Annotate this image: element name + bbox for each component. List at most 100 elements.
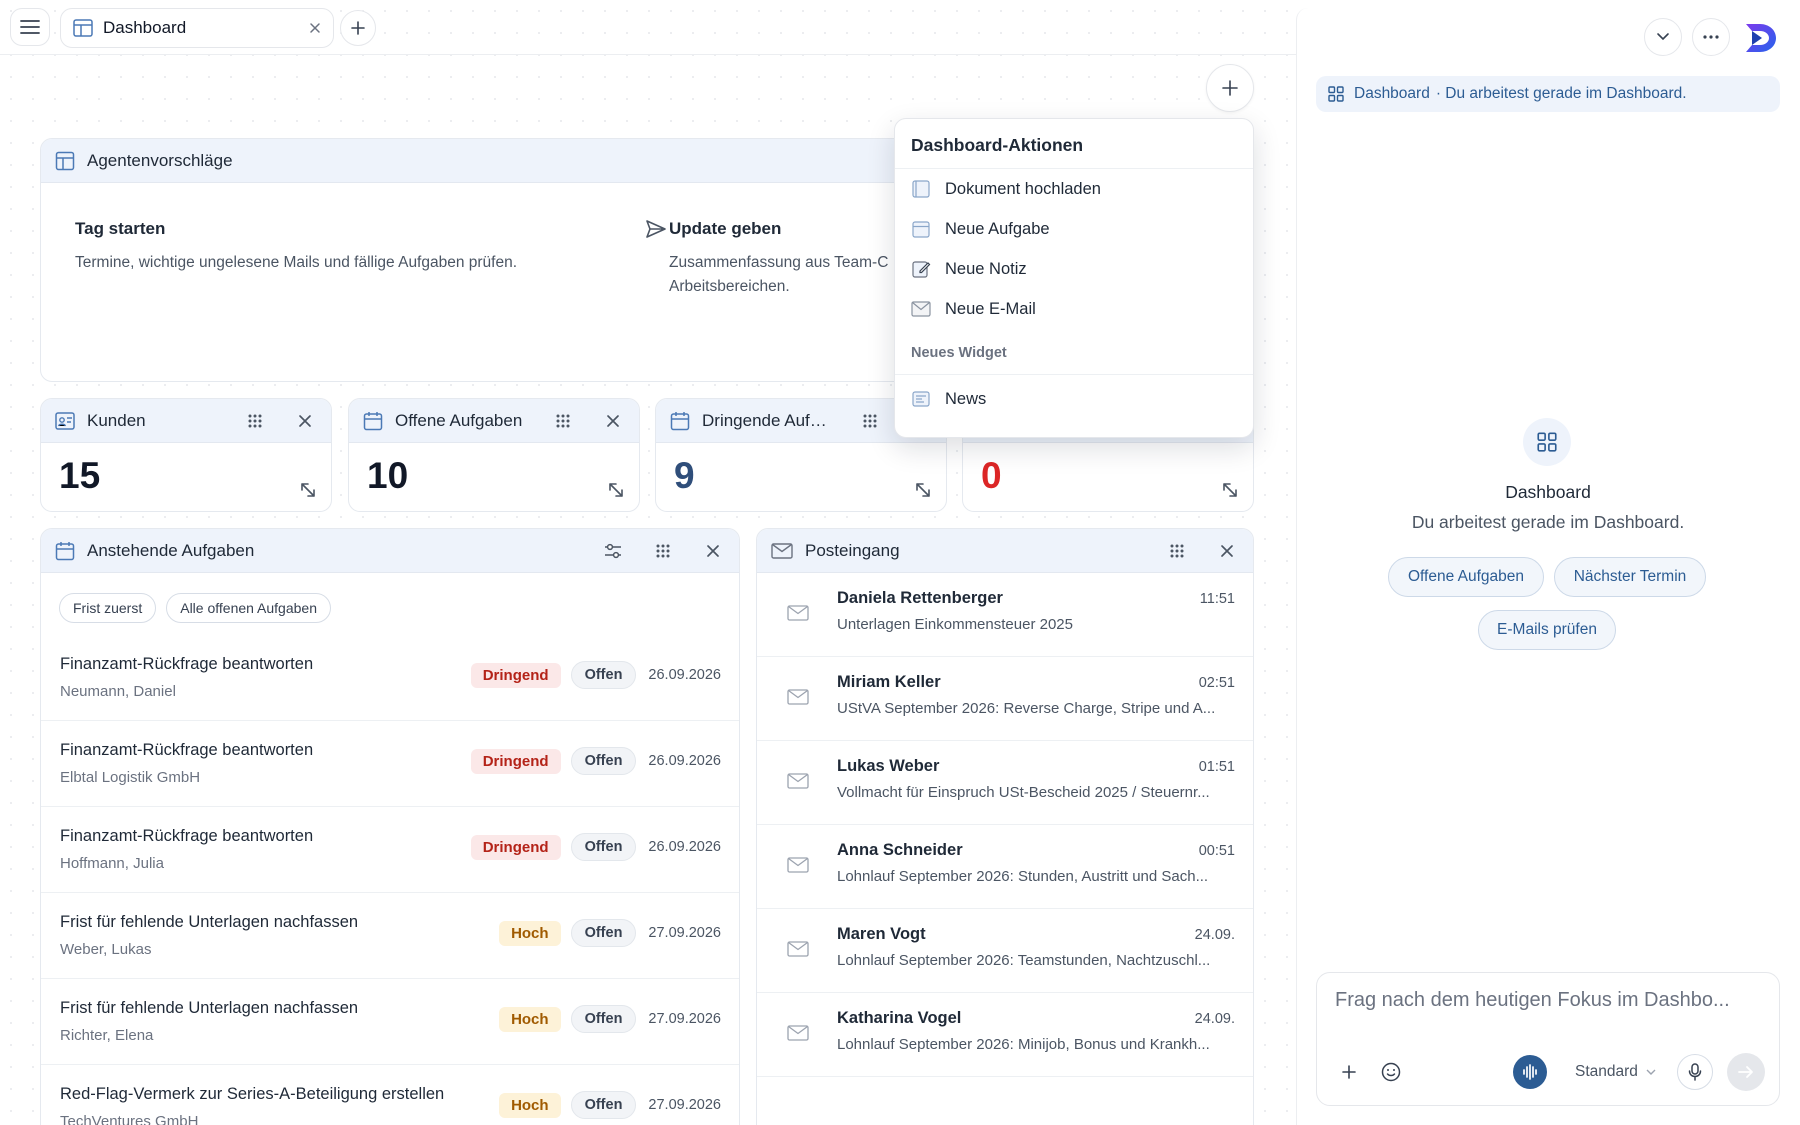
task-title: Finanzamt-Rückfrage beantworten — [60, 741, 314, 759]
menu-item-label: News — [945, 389, 987, 408]
status-badge: Offen — [570, 833, 637, 861]
task-meta: Dringend Offen 26.09.2026 — [470, 747, 721, 775]
suggestion-tag-starten[interactable]: Tag starten Termine, wichtige ungelesene… — [75, 219, 666, 275]
upcoming-tasks-card: Anstehende Aufgaben Frist zuerst Alle of… — [40, 528, 740, 1125]
drag-handle[interactable] — [651, 539, 675, 563]
mail-row[interactable]: Maren Vogt Lohnlauf September 2026: Team… — [757, 909, 1253, 993]
menu-item-label: Neue E-Mail — [945, 299, 1036, 318]
task-client: Weber, Lukas — [60, 941, 152, 958]
send-icon[interactable] — [645, 219, 667, 239]
menu-item-new-email[interactable]: Neue E-Mail — [895, 289, 1253, 329]
menu-item-new-note[interactable]: Neue Notiz — [895, 249, 1253, 289]
task-title: Finanzamt-Rückfrage beantworten — [60, 655, 314, 673]
drag-handle[interactable] — [243, 409, 267, 433]
pill-next-appointment[interactable]: Nächster Termin — [1554, 557, 1706, 597]
envelope-icon — [787, 941, 809, 957]
mail-time: 01:51 — [1198, 759, 1235, 775]
suggestion-desc: Termine, wichtige ungelesene Mails und f… — [75, 254, 518, 271]
chip-all-open-tasks[interactable]: Alle offenen Aufgaben — [166, 593, 331, 623]
task-row[interactable]: Finanzamt-Rückfrage beantworten Neumann,… — [41, 635, 739, 721]
pill-check-emails[interactable]: E-Mails prüfen — [1478, 610, 1616, 650]
send-button[interactable] — [1727, 1053, 1765, 1091]
task-row[interactable]: Frist für fehlende Unterlagen nachfassen… — [41, 979, 739, 1065]
task-meta: Dringend Offen 26.09.2026 — [470, 661, 721, 689]
mail-subject: Lohnlauf September 2026: Minijob, Bonus … — [837, 1036, 1210, 1053]
expand-icon[interactable] — [1221, 481, 1239, 499]
task-filter-chips: Frist zuerst Alle offenen Aufgaben — [41, 573, 739, 635]
status-badge: Offen — [570, 747, 637, 775]
task-row[interactable]: Red-Flag-Vermerk zur Series-A-Beteiligun… — [41, 1065, 739, 1125]
task-title: Frist für fehlende Unterlagen nachfassen — [60, 999, 359, 1017]
mail-row[interactable]: Anna Schneider Lohnlauf September 2026: … — [757, 825, 1253, 909]
task-row[interactable]: Frist für fehlende Unterlagen nachfassen… — [41, 893, 739, 979]
menu-title: Dashboard-Aktionen — [895, 119, 1253, 169]
mail-row[interactable]: Miriam Keller UStVA September 2026: Reve… — [757, 657, 1253, 741]
envelope-icon — [787, 1025, 809, 1041]
menu-item-label: Neue Aufgabe — [945, 219, 1050, 238]
context-title: Dashboard — [1354, 85, 1430, 102]
mail-sender: Anna Schneider — [837, 841, 963, 859]
stat-card-title: Dringende Aufga... — [702, 410, 832, 430]
voice-mode-button[interactable] — [1513, 1055, 1547, 1089]
drag-handle[interactable] — [551, 409, 575, 433]
menu-item-upload-document[interactable]: Dokument hochladen — [895, 169, 1253, 209]
chat-input[interactable] — [1335, 989, 1765, 1012]
task-list: Finanzamt-Rückfrage beantworten Neumann,… — [41, 635, 739, 1125]
close-widget-button[interactable] — [701, 539, 725, 563]
attach-button[interactable] — [1335, 1058, 1363, 1086]
task-title: Finanzamt-Rückfrage beantworten — [60, 827, 314, 845]
close-tab-icon[interactable] — [309, 22, 321, 34]
mail-time: 02:51 — [1198, 675, 1235, 691]
inbox-header: Posteingang — [757, 529, 1253, 573]
menu-item-news[interactable]: News — [895, 379, 1253, 419]
close-widget-button[interactable] — [1215, 539, 1239, 563]
new-tab-button[interactable] — [340, 10, 376, 46]
expand-icon[interactable] — [299, 481, 317, 499]
microphone-button[interactable] — [1677, 1054, 1713, 1090]
stat-value: 10 — [367, 455, 409, 496]
task-row[interactable]: Finanzamt-Rückfrage beantworten Elbtal L… — [41, 721, 739, 807]
drag-grid-icon — [248, 414, 262, 427]
task-meta: Dringend Offen 26.09.2026 — [470, 833, 721, 861]
menu-button[interactable] — [10, 8, 50, 46]
mode-select[interactable]: Standard — [1575, 1063, 1656, 1081]
expand-icon[interactable] — [914, 481, 932, 499]
more-options-button[interactable] — [1692, 18, 1730, 56]
mail-row[interactable]: Lukas Weber Vollmacht für Einspruch USt-… — [757, 741, 1253, 825]
task-meta: Hoch Offen 27.09.2026 — [499, 1091, 721, 1119]
mail-time: 11:51 — [1199, 591, 1235, 607]
envelope-icon — [787, 773, 809, 789]
stat-card-header: Kunden — [41, 399, 331, 443]
close-widget-button[interactable] — [293, 409, 317, 433]
add-widget-button[interactable] — [1206, 64, 1254, 112]
emoji-button[interactable] — [1377, 1058, 1405, 1086]
due-date: 27.09.2026 — [648, 1097, 721, 1113]
status-badge: Offen — [570, 661, 637, 689]
menu-item-new-task[interactable]: Neue Aufgabe — [895, 209, 1253, 249]
chip-deadline-first[interactable]: Frist zuerst — [59, 593, 157, 623]
status-badge: Offen — [570, 919, 637, 947]
mail-subject: Vollmacht für Einspruch USt-Bescheid 202… — [837, 784, 1210, 801]
stat-card-kunden: Kunden 15 — [40, 398, 332, 512]
task-row[interactable]: Finanzamt-Rückfrage beantworten Hoffmann… — [41, 807, 739, 893]
mail-subject: Lohnlauf September 2026: Stunden, Austri… — [837, 868, 1209, 885]
stat-card-header: Offene Aufgaben — [349, 399, 639, 443]
stat-card-offene-aufgaben: Offene Aufgaben 10 — [348, 398, 640, 512]
collapse-panel-button[interactable] — [1644, 18, 1682, 56]
drag-handle[interactable] — [858, 409, 882, 433]
expand-icon[interactable] — [607, 481, 625, 499]
priority-badge: Hoch — [499, 1092, 561, 1118]
drag-handle[interactable] — [1165, 539, 1189, 563]
more-icon — [1703, 35, 1719, 39]
suggestion-title: Tag starten — [75, 219, 166, 238]
mail-row[interactable]: Daniela Rettenberger Unterlagen Einkomme… — [757, 573, 1253, 657]
close-widget-button[interactable] — [601, 409, 625, 433]
menu-section-new-widget: Neues Widget — [895, 329, 1253, 375]
pill-open-tasks[interactable]: Offene Aufgaben — [1388, 557, 1544, 597]
dashboard-actions-menu: Dashboard-Aktionen Dokument hochladen Ne… — [894, 118, 1254, 438]
tab-dashboard[interactable]: Dashboard — [60, 8, 334, 48]
filter-button[interactable] — [601, 539, 625, 563]
panel-center-subtitle: Du arbeitest gerade im Dashboard. — [1411, 512, 1685, 532]
task-title: Frist für fehlende Unterlagen nachfassen — [60, 913, 359, 931]
mail-row[interactable]: Katharina Vogel Lohnlauf September 2026:… — [757, 993, 1253, 1077]
